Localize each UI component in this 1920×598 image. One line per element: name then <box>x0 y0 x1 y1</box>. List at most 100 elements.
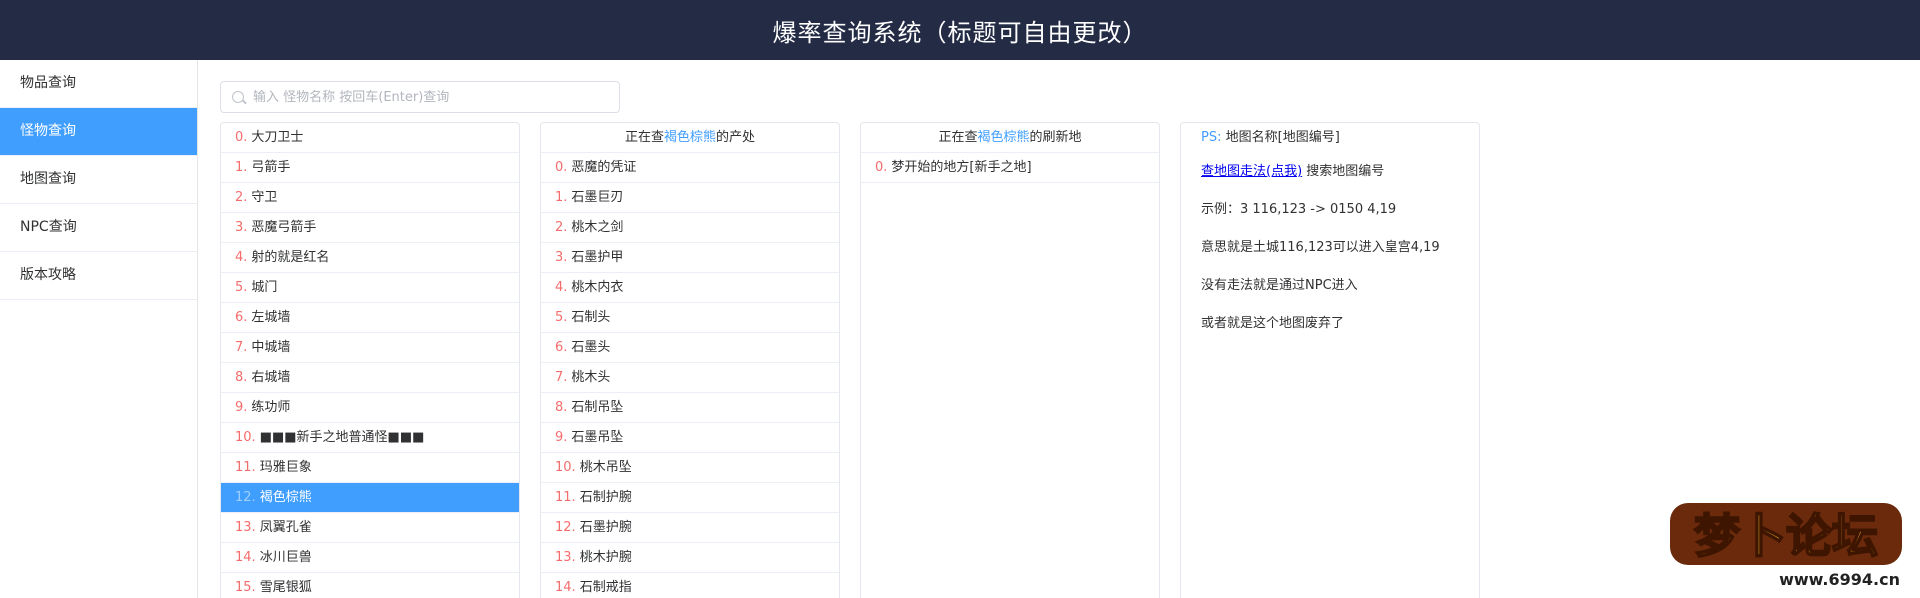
meaning-line: 意思就是土城116,123可以进入皇宫4,19 <box>1201 240 1440 255</box>
monster-row[interactable]: 1. 弓箭手 <box>221 153 519 183</box>
drop-row[interactable]: 4. 桃木内衣 <box>541 273 839 303</box>
map-link-line: 查地图走法(点我) 搜索地图编号 <box>1181 153 1479 191</box>
row-label: ■■■新手之地普通怪■■■ <box>259 430 425 445</box>
row-index: 3. <box>235 220 248 235</box>
monster-row[interactable]: 13. 凤翼孔雀 <box>221 513 519 543</box>
ps-label: PS: <box>1201 130 1222 145</box>
row-label: 射的就是红名 <box>251 250 330 265</box>
row-index: 0. <box>555 160 568 175</box>
row-index: 3. <box>555 250 568 265</box>
row-index: 10. <box>555 460 576 475</box>
drop-list-header: 正在查褐色棕熊的产处 <box>541 123 839 153</box>
monster-row[interactable]: 9. 练功师 <box>221 393 519 423</box>
drop-row[interactable]: 14. 石制戒指 <box>541 573 839 598</box>
row-index: 1. <box>235 160 248 175</box>
monster-row[interactable]: 8. 右城墙 <box>221 363 519 393</box>
row-index: 11. <box>555 490 576 505</box>
row-index: 15. <box>235 580 256 595</box>
row-label: 石制头 <box>571 310 611 325</box>
monster-row[interactable]: 12. 褐色棕熊 <box>221 483 519 513</box>
spawn-list-header: 正在查褐色棕熊的刷新地 <box>861 123 1159 153</box>
row-index: 11. <box>235 460 256 475</box>
monster-row[interactable]: 4. 射的就是红名 <box>221 243 519 273</box>
row-label: 梦开始的地方[新手之地] <box>891 160 1032 175</box>
row-label: 石制吊坠 <box>571 400 624 415</box>
row-label: 大刀卫士 <box>251 130 304 145</box>
ps-text: 地图名称[地图编号] <box>1225 130 1340 145</box>
monster-row[interactable]: 5. 城门 <box>221 273 519 303</box>
row-index: 10. <box>235 430 256 445</box>
drop-row[interactable]: 1. 石墨巨刃 <box>541 183 839 213</box>
row-index: 8. <box>235 370 248 385</box>
row-label: 玛雅巨象 <box>259 460 312 475</box>
row-index: 4. <box>235 250 248 265</box>
drop-row[interactable]: 2. 桃木之剑 <box>541 213 839 243</box>
header-suffix: 的刷新地 <box>1029 130 1082 145</box>
drop-row[interactable]: 3. 石墨护甲 <box>541 243 839 273</box>
row-index: 14. <box>235 550 256 565</box>
row-label: 石制护腕 <box>579 490 632 505</box>
drop-row[interactable]: 10. 桃木吊坠 <box>541 453 839 483</box>
monster-row[interactable]: 10. ■■■新手之地普通怪■■■ <box>221 423 519 453</box>
monster-row[interactable]: 11. 玛雅巨象 <box>221 453 519 483</box>
monster-row[interactable]: 6. 左城墙 <box>221 303 519 333</box>
monster-row[interactable]: 0. 大刀卫士 <box>221 123 519 153</box>
row-label: 桃木之剑 <box>571 220 624 235</box>
spawn-row[interactable]: 0. 梦开始的地方[新手之地] <box>861 153 1159 183</box>
drop-row[interactable]: 5. 石制头 <box>541 303 839 333</box>
row-label: 恶魔的凭证 <box>571 160 637 175</box>
header-prefix: 正在查 <box>624 130 664 145</box>
drop-row[interactable]: 9. 石墨吊坠 <box>541 423 839 453</box>
abandoned-line: 或者就是这个地图废弃了 <box>1201 316 1345 331</box>
sidebar-item-item-query[interactable]: 物品查询 <box>0 60 197 108</box>
row-index: 14. <box>555 580 576 595</box>
map-path-link[interactable]: 查地图走法(点我) <box>1201 164 1302 179</box>
map-link-suffix: 搜索地图编号 <box>1306 164 1385 179</box>
drop-row[interactable]: 13. 桃木护腕 <box>541 543 839 573</box>
drop-row[interactable]: 6. 石墨头 <box>541 333 839 363</box>
search-box <box>220 81 620 113</box>
row-index: 5. <box>235 280 248 295</box>
row-index: 2. <box>235 190 248 205</box>
monster-row[interactable]: 2. 守卫 <box>221 183 519 213</box>
row-label: 石墨头 <box>571 340 611 355</box>
drop-row[interactable]: 11. 石制护腕 <box>541 483 839 513</box>
search-input[interactable] <box>253 89 603 105</box>
monster-row[interactable]: 15. 雪尾银狐 <box>221 573 519 598</box>
monster-row[interactable]: 3. 恶魔弓箭手 <box>221 213 519 243</box>
sidebar-item-monster-query[interactable]: 怪物查询 <box>0 108 197 156</box>
row-index: 0. <box>875 160 888 175</box>
no-path-line: 没有走法就是通过NPC进入 <box>1201 278 1358 293</box>
drop-row[interactable]: 12. 石墨护腕 <box>541 513 839 543</box>
ps-line: PS: 地图名称[地图编号] <box>1181 123 1479 153</box>
row-index: 8. <box>555 400 568 415</box>
row-label: 石墨护甲 <box>571 250 624 265</box>
row-label: 雪尾银狐 <box>259 580 312 595</box>
row-label: 桃木吊坠 <box>579 460 632 475</box>
header-suffix: 的产处 <box>716 130 756 145</box>
row-label: 守卫 <box>251 190 278 205</box>
drop-row[interactable]: 7. 桃木头 <box>541 363 839 393</box>
monster-list: 0. 大刀卫士 1. 弓箭手 2. 守卫 3. 恶魔弓箭手 4. 射的就是红名 5. 城门 6. 左城墙 7… <box>220 122 520 598</box>
info-panel: PS: 地图名称[地图编号] 查地图走法(点我) 搜索地图编号 示例：3 116… <box>1180 122 1480 598</box>
row-index: 1. <box>555 190 568 205</box>
drop-row[interactable]: 8. 石制吊坠 <box>541 393 839 423</box>
sidebar-item-npc-query[interactable]: NPC查询 <box>0 204 197 252</box>
row-label: 恶魔弓箭手 <box>251 220 317 235</box>
row-label: 桃木内衣 <box>571 280 624 295</box>
row-label: 左城墙 <box>251 310 291 325</box>
svg-text:www.6994.cn: www.6994.cn <box>1779 570 1900 589</box>
row-index: 2. <box>555 220 568 235</box>
drop-row[interactable]: 0. 恶魔的凭证 <box>541 153 839 183</box>
row-index: 9. <box>555 430 568 445</box>
monster-row[interactable]: 14. 冰川巨兽 <box>221 543 519 573</box>
row-index: 7. <box>555 370 568 385</box>
row-label: 城门 <box>251 280 278 295</box>
row-index: 5. <box>555 310 568 325</box>
sidebar-item-version-guide[interactable]: 版本攻略 <box>0 252 197 300</box>
row-label: 冰川巨兽 <box>259 550 312 565</box>
row-index: 9. <box>235 400 248 415</box>
sidebar-item-map-query[interactable]: 地图查询 <box>0 156 197 204</box>
example-line: 示例：3 116,123 -> 0150 4,19 <box>1201 202 1397 217</box>
monster-row[interactable]: 7. 中城墙 <box>221 333 519 363</box>
